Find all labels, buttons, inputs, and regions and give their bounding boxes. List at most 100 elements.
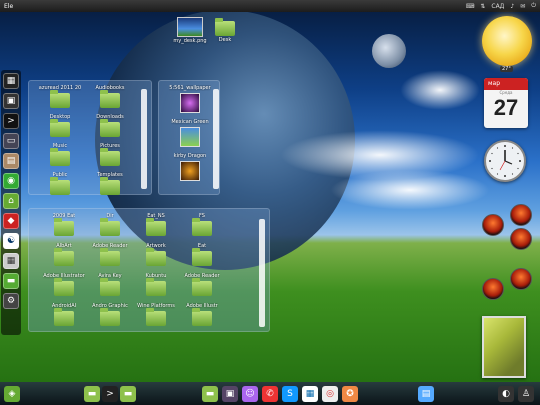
top-panel: Ele ⌨ ⇅ CAД ♪ ✉ ⏻ — [0, 0, 540, 12]
folder-icon — [146, 308, 166, 326]
clock-widget[interactable] — [484, 140, 526, 182]
stack-item[interactable]: Music — [35, 143, 85, 166]
terminal-icon[interactable]: > — [3, 113, 19, 129]
folder-icon — [50, 177, 70, 195]
folder-green-icon[interactable]: ▬ — [3, 273, 19, 289]
item-label: Andro Graphic — [92, 303, 128, 309]
stack-item[interactable]: Avira Key — [87, 273, 133, 296]
cloud — [400, 70, 480, 110]
desktop-icon-folder[interactable]: Desk — [203, 18, 247, 43]
folder-icon — [50, 90, 70, 108]
stack-item[interactable]: Adobe Reader — [179, 273, 225, 296]
folder-icon[interactable]: ▬ — [84, 386, 100, 402]
folder-icon — [100, 308, 120, 326]
stack-item[interactable]: Desktop — [35, 114, 85, 137]
stack-grid: 5:561_wallpaper Mexican Green kirby Drag… — [165, 85, 215, 181]
files-icon[interactable]: ▤ — [3, 153, 19, 169]
stack-item[interactable]: Templates — [85, 172, 135, 195]
cpu-monitor-widget[interactable] — [510, 204, 532, 226]
folder-icon — [146, 248, 166, 266]
photo-frame-widget[interactable] — [482, 316, 526, 378]
stack-item[interactable]: Eat — [179, 243, 225, 266]
folder-icon — [192, 248, 212, 266]
left-dock: ▦ ▣ > ▭ ▤ ◉ ⌂ ◆ ☯ ▦ ▬ ⚙ — [1, 70, 21, 335]
folder-icon — [100, 278, 120, 296]
folder-icon — [100, 177, 120, 195]
skype-icon[interactable]: S — [282, 386, 298, 402]
keyboard-layout[interactable]: CAД — [491, 3, 504, 10]
mint-icon[interactable]: ⌂ — [3, 193, 19, 209]
calendar-month: мар — [484, 78, 528, 90]
folder-icon — [54, 278, 74, 296]
stack-panel-folders: 2009 Eat Dir Eat_NS FS AlbArt Adobe Read… — [28, 208, 270, 332]
yinyang-icon[interactable]: ☯ — [3, 233, 19, 249]
firefox-icon[interactable]: ✪ — [342, 386, 358, 402]
user-icon[interactable]: ♙ — [518, 386, 534, 402]
stack-item[interactable]: kirby Dragon — [165, 153, 215, 181]
stack-item[interactable]: Downloads — [85, 114, 135, 137]
stack-item[interactable]: Public — [35, 172, 85, 195]
pidgin-icon[interactable]: ☺ — [242, 386, 258, 402]
mail-icon[interactable]: ✉ — [520, 3, 525, 10]
photo-icon[interactable]: ▣ — [222, 386, 238, 402]
gear-icon[interactable]: ⚙ — [3, 293, 19, 309]
stack-item[interactable]: FS — [179, 213, 225, 236]
chat-icon[interactable]: ✆ — [262, 386, 278, 402]
stack-item[interactable]: Adobe Reader — [87, 243, 133, 266]
stack-item[interactable]: Kubuntu — [133, 273, 179, 296]
folder-icon — [146, 218, 166, 236]
moon-wallpaper — [372, 34, 406, 68]
chrome-icon[interactable]: ◎ — [322, 386, 338, 402]
stack-item[interactable]: Pictures — [85, 143, 135, 166]
stack-item[interactable]: AlbArt — [41, 243, 87, 266]
network-icon[interactable]: ⇅ — [480, 3, 485, 10]
stack-item[interactable]: AndroidAI — [41, 303, 87, 326]
item-label: Adobe Illustr — [186, 303, 218, 309]
item-label: azuread 2011 20 — [38, 85, 82, 91]
item-label: Wine Platforms — [137, 303, 175, 309]
app-icon[interactable]: ▦ — [3, 73, 19, 89]
weather-widget[interactable] — [482, 16, 532, 66]
mint-menu-icon[interactable]: ◈ — [4, 386, 20, 402]
stack-grid: azuread 2011 20 Audiobooks Desktop Downl… — [35, 85, 135, 195]
stack-item[interactable]: azuread 2011 20 — [35, 85, 85, 108]
monitor-icon[interactable]: ▣ — [3, 93, 19, 109]
calendar-widget[interactable]: мар Среда 27 — [484, 78, 528, 128]
shield-icon[interactable]: ◆ — [3, 213, 19, 229]
network-icon[interactable]: ▤ — [418, 386, 434, 402]
power-icon[interactable]: ⏻ — [531, 2, 536, 10]
stack-item[interactable]: Audiobooks — [85, 85, 135, 108]
scrollbar[interactable] — [141, 89, 147, 189]
cpu-monitor-widget[interactable] — [482, 214, 504, 236]
sheet-icon[interactable]: ▦ — [302, 386, 318, 402]
volume-icon[interactable]: ♪ — [510, 3, 514, 10]
image-icon — [177, 17, 203, 37]
weather-temperature: 27° — [500, 66, 513, 72]
stack-item[interactable]: Artwork — [133, 243, 179, 266]
calculator-icon[interactable]: ▦ — [3, 253, 19, 269]
disk-monitor-widget[interactable] — [482, 278, 504, 300]
stack-item[interactable]: Eat_NS — [133, 213, 179, 236]
keyboard-icon[interactable]: ⌨ — [466, 3, 475, 10]
stack-item[interactable]: Wine Platforms — [133, 303, 179, 326]
nvidia-icon[interactable]: ◉ — [3, 173, 19, 189]
scrollbar[interactable] — [259, 219, 265, 327]
terminal-icon[interactable]: > — [102, 386, 118, 402]
panel-menu[interactable]: Ele — [4, 3, 13, 10]
folder-icon[interactable]: ▬ — [120, 386, 136, 402]
stack-item[interactable]: Andro Graphic — [87, 303, 133, 326]
memory-monitor-widget[interactable] — [510, 228, 532, 250]
stack-item[interactable]: Adobe Illustr — [179, 303, 225, 326]
stack-item[interactable]: Adobe Illustrator — [41, 273, 87, 296]
stack-item[interactable]: Mexican Green — [165, 119, 215, 147]
screen-icon[interactable]: ▭ — [3, 133, 19, 149]
tray-icon[interactable]: ◐ — [498, 386, 514, 402]
item-label: Mexican Green — [171, 119, 209, 125]
folder-icon — [146, 278, 166, 296]
stack-item[interactable]: Dir — [87, 213, 133, 236]
network-monitor-widget[interactable] — [510, 268, 532, 290]
stack-item[interactable]: 2009 Eat — [41, 213, 87, 236]
folder-icon[interactable]: ▬ — [202, 386, 218, 402]
stack-item[interactable]: 5:561_wallpaper — [165, 85, 215, 113]
scrollbar[interactable] — [213, 89, 219, 189]
